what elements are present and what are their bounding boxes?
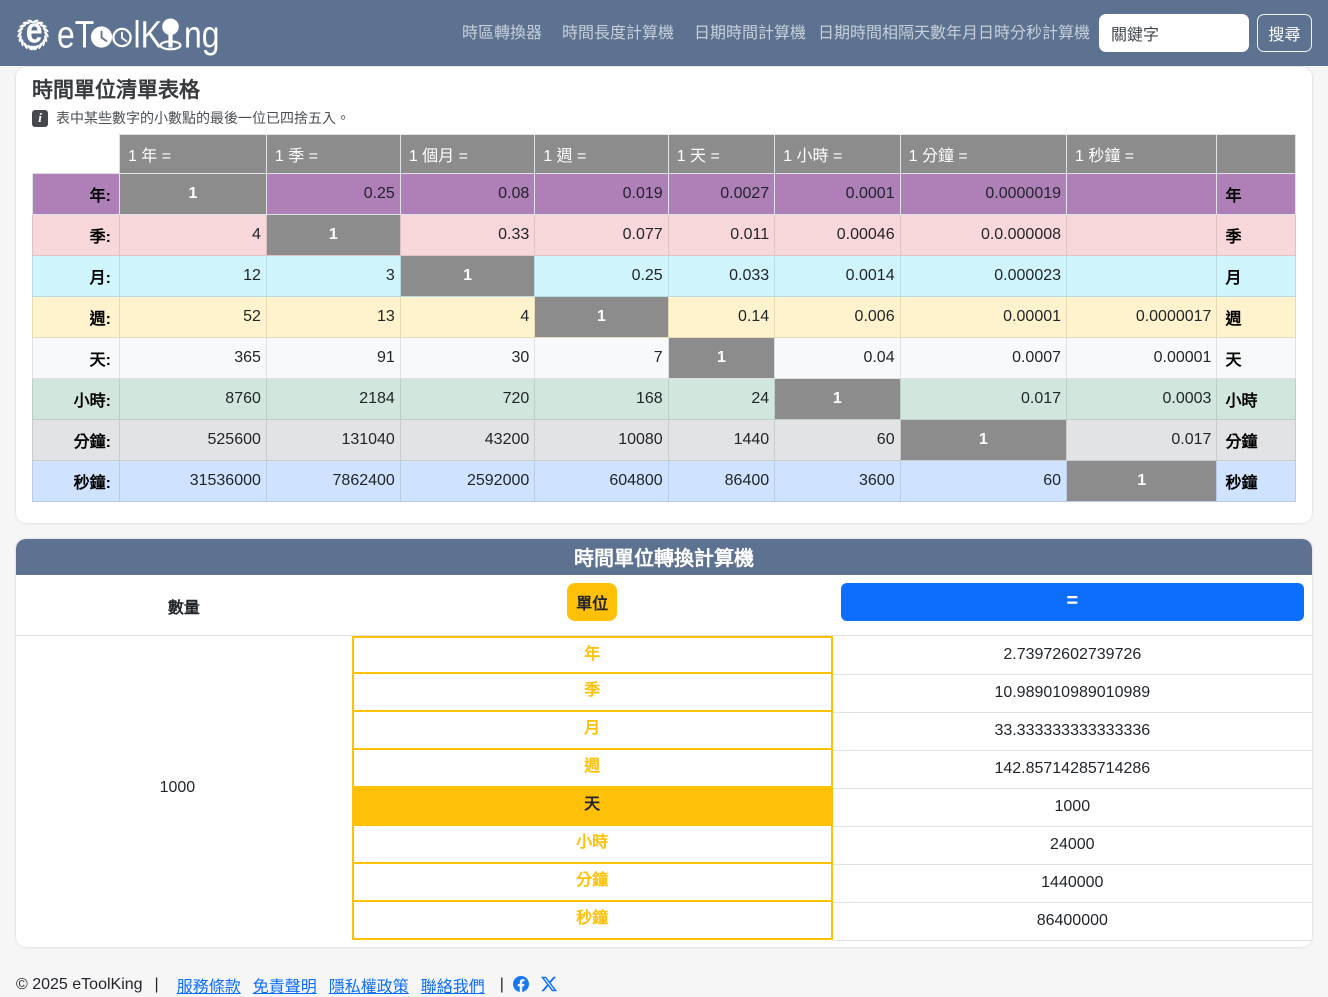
svg-text:e: e	[26, 11, 43, 51]
svg-text:lK: lK	[134, 14, 162, 56]
svg-text:eT: eT	[57, 14, 94, 56]
svg-text:ng: ng	[184, 14, 220, 56]
